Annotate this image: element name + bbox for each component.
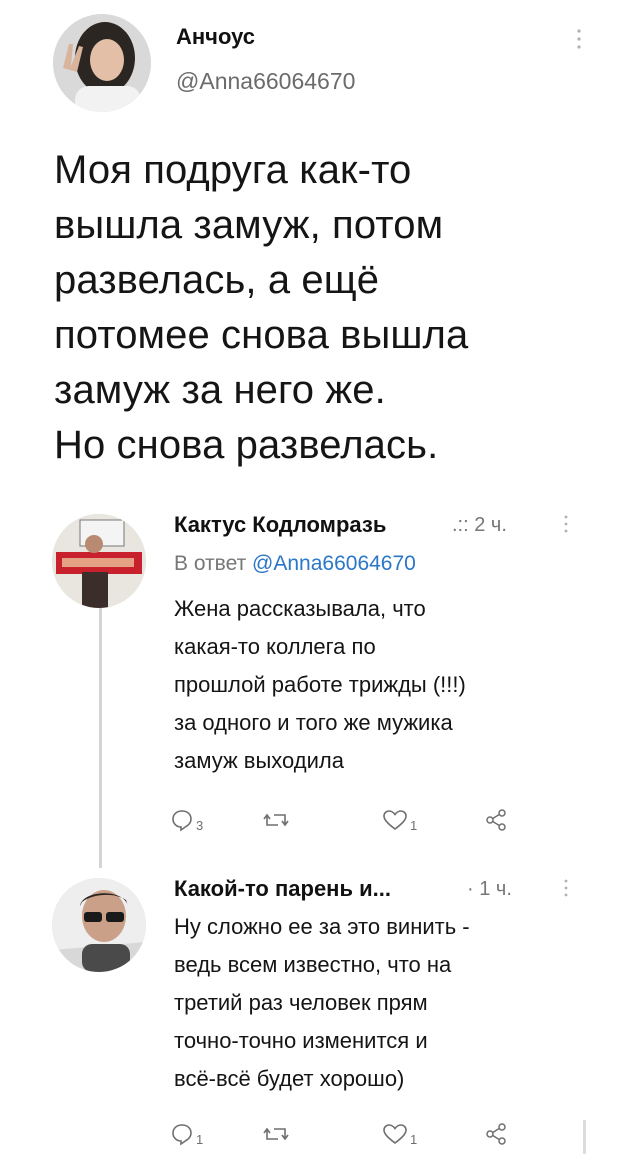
reply-button[interactable]: 3 <box>170 808 203 833</box>
reply-actions: 3 1 <box>170 808 530 838</box>
reply-text-line: за одного и того же мужика <box>174 710 453 735</box>
author-avatar[interactable] <box>53 14 151 112</box>
reply-count: 3 <box>196 818 204 833</box>
more-vertical-icon[interactable] <box>563 878 569 903</box>
reply-text-line: всё-всё будет хорошо) <box>174 1066 405 1091</box>
reply-button[interactable]: 1 <box>170 1122 203 1147</box>
reply-text: Жена рассказывала, что какая-то коллега … <box>174 590 594 780</box>
reply-avatar[interactable] <box>52 878 146 972</box>
heart-icon <box>383 1124 407 1145</box>
scrollbar[interactable] <box>583 1120 586 1154</box>
reply-avatar[interactable] <box>52 514 146 608</box>
reply-author-name[interactable]: Какой-то парень и... <box>174 876 391 902</box>
reply-timestamp: · 1 ч. <box>467 878 512 900</box>
comment-icon <box>172 1124 192 1146</box>
author-handle[interactable]: @Anna66064670 <box>176 68 355 95</box>
reply-count: 1 <box>196 1132 204 1147</box>
reply-text-line: Ну сложно ее за это винить - <box>174 914 470 939</box>
reply-to-line: В ответ @Anna66064670 <box>174 552 416 576</box>
tweet-text-line: развелась, а ещё <box>54 258 380 302</box>
tweet-text-line: потомее снова вышла <box>54 313 469 357</box>
share-button[interactable] <box>484 1122 508 1146</box>
like-button[interactable]: 1 <box>382 808 417 833</box>
tweet-text-line: замуж за него же. <box>54 368 386 412</box>
heart-icon <box>383 810 407 831</box>
share-icon <box>486 809 506 831</box>
reply-text-line: третий раз человек прям <box>174 990 428 1015</box>
reply-timestamp: .:: 2 ч. <box>452 514 507 536</box>
retweet-icon <box>263 813 289 827</box>
more-vertical-icon[interactable] <box>576 28 582 54</box>
reply-text-line: какая-то коллега по <box>174 634 376 659</box>
reply-actions: 1 1 <box>170 1122 530 1152</box>
like-count: 1 <box>410 1132 418 1147</box>
retweet-icon <box>263 1127 289 1141</box>
tweet-text-line: вышла замуж, потом <box>54 203 444 247</box>
share-icon <box>486 1123 506 1145</box>
like-count: 1 <box>410 818 418 833</box>
reply-text-line: Жена рассказывала, что <box>174 596 426 621</box>
retweet-button[interactable] <box>262 1122 290 1146</box>
share-button[interactable] <box>484 808 508 832</box>
reply-to-label: В ответ <box>174 552 247 575</box>
reply-text-line: точно-точно изменится и <box>174 1028 428 1053</box>
reply-text-line: прошлой работе трижды (!!!) <box>174 672 466 697</box>
retweet-button[interactable] <box>262 808 290 832</box>
reply-author-name[interactable]: Кактус Кодломразь <box>174 512 386 538</box>
like-button[interactable]: 1 <box>382 1122 417 1147</box>
reply-to-handle[interactable]: @Anna66064670 <box>252 552 416 575</box>
tweet-text: Моя подруга как-то вышла замуж, потом ра… <box>54 143 604 473</box>
thread-connector <box>99 600 102 868</box>
reply-text-line: замуж выходила <box>174 748 344 773</box>
tweet-text-line: Моя подруга как-то <box>54 148 412 192</box>
reply-text: Ну сложно ее за это винить - ведь всем и… <box>174 908 594 1098</box>
tweet-text-line: Но снова развелась. <box>54 423 439 467</box>
reply-text-line: ведь всем известно, что на <box>174 952 452 977</box>
comment-icon <box>172 810 192 832</box>
author-name[interactable]: Анчоус <box>176 24 255 50</box>
more-vertical-icon[interactable] <box>563 514 569 539</box>
